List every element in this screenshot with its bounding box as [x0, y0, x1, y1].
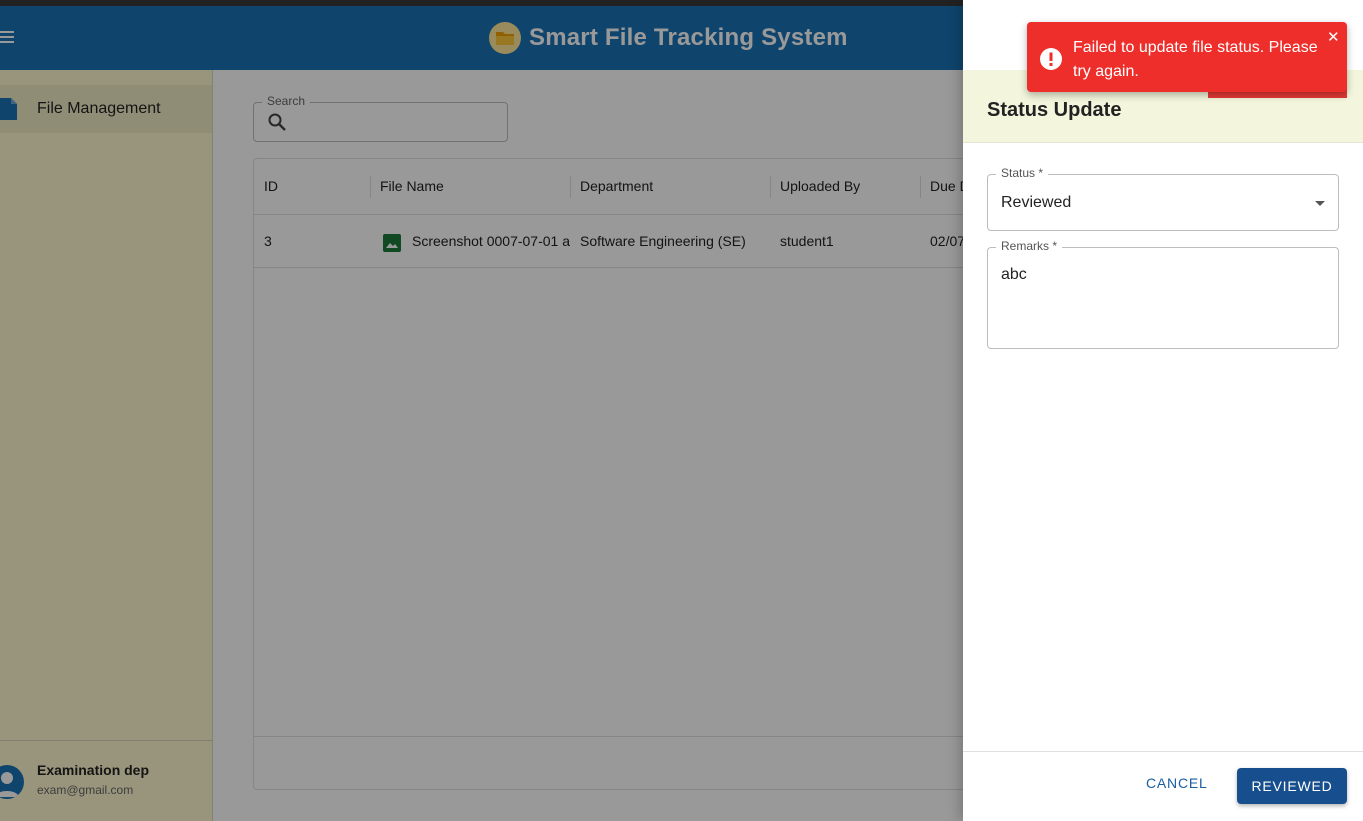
modal-backdrop[interactable] [0, 0, 963, 821]
error-icon [1040, 48, 1062, 75]
status-update-drawer: Status Update Status * Reviewed Remarks … [963, 0, 1363, 821]
remarks-field[interactable]: Remarks * abc [987, 239, 1339, 349]
drawer-title: Status Update [987, 99, 1122, 121]
remarks-value: abc [1001, 266, 1027, 283]
status-value: Reviewed [1001, 194, 1072, 211]
drawer-footer: CANCEL REVIEWED [963, 751, 1363, 821]
toast-message: Failed to update file status. Please try… [1073, 39, 1318, 80]
cancel-button[interactable]: CANCEL [1146, 775, 1208, 791]
dropdown-caret-icon[interactable] [1315, 201, 1325, 206]
close-icon[interactable]: ✕ [1327, 28, 1340, 46]
remarks-label: Remarks * [996, 239, 1063, 253]
error-toast: Failed to update file status. Please try… [1027, 22, 1347, 92]
status-label: Status * [996, 166, 1049, 180]
reviewed-button[interactable]: REVIEWED [1237, 768, 1347, 804]
status-select[interactable]: Status * Reviewed [987, 166, 1339, 231]
